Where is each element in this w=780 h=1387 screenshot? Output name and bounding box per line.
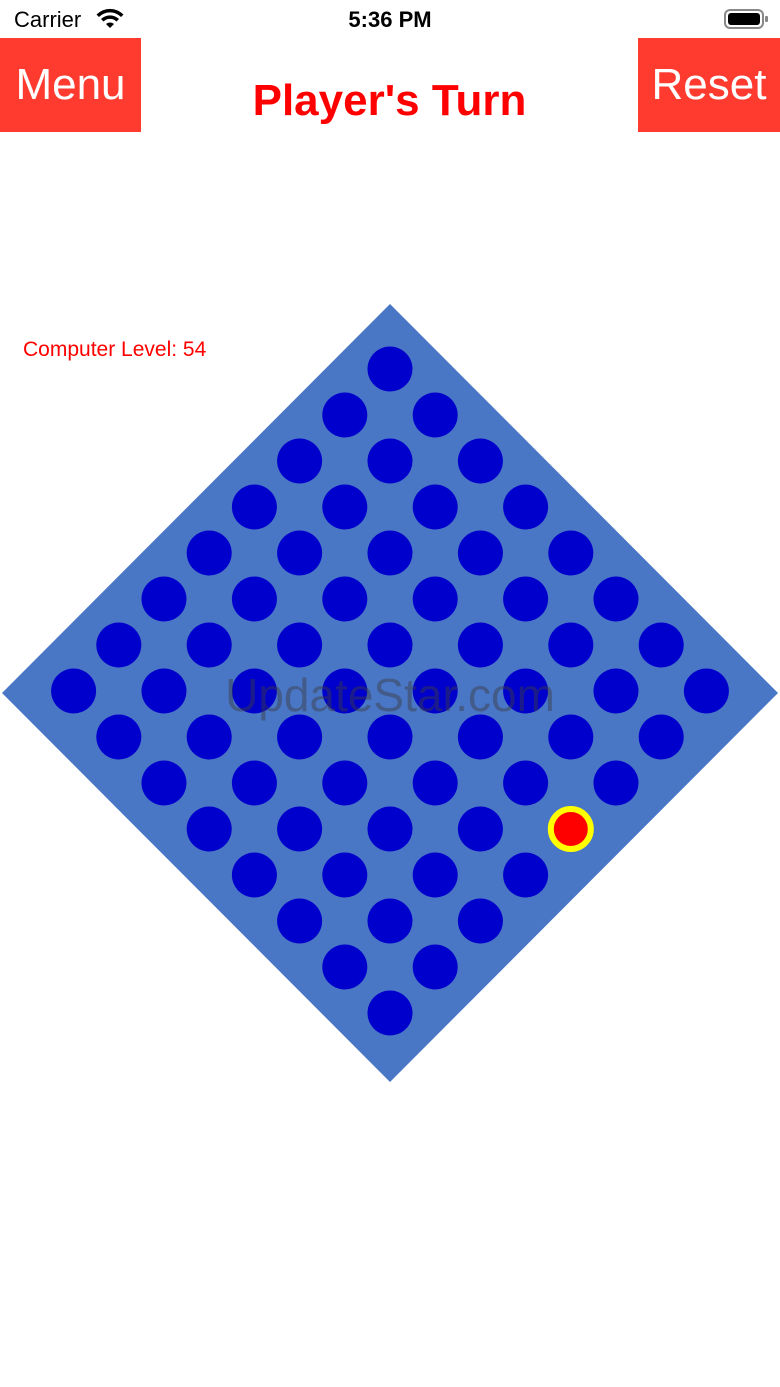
board-hole[interactable] — [412, 944, 458, 990]
reset-button[interactable]: Reset — [638, 38, 780, 132]
board-hole[interactable] — [367, 806, 413, 852]
board-hole[interactable] — [412, 852, 458, 898]
board-hole[interactable] — [186, 622, 232, 668]
board-hole[interactable] — [367, 438, 413, 484]
board-hole[interactable] — [186, 806, 232, 852]
board-hole[interactable] — [322, 852, 368, 898]
board-hole[interactable] — [277, 898, 323, 944]
board-hole[interactable] — [141, 760, 187, 806]
board-hole[interactable] — [96, 622, 142, 668]
board-hole[interactable] — [141, 576, 187, 622]
board-hole[interactable] — [277, 438, 323, 484]
board-hole[interactable] — [412, 576, 458, 622]
board-hole[interactable] — [457, 438, 503, 484]
board-hole[interactable] — [503, 484, 549, 530]
board-hole[interactable] — [638, 622, 684, 668]
board-hole[interactable] — [593, 576, 639, 622]
board-hole[interactable] — [322, 576, 368, 622]
board-hole[interactable] — [277, 806, 323, 852]
battery-icon — [724, 9, 768, 29]
status-bar: Carrier 5:36 PM — [0, 0, 780, 38]
board-hole[interactable] — [503, 760, 549, 806]
board-hole[interactable] — [548, 622, 594, 668]
board-hole[interactable] — [277, 622, 323, 668]
board-hole[interactable] — [503, 852, 549, 898]
board-hole[interactable] — [457, 530, 503, 576]
menu-button[interactable]: Menu — [0, 38, 141, 132]
board-hole[interactable] — [367, 530, 413, 576]
board-hole[interactable] — [457, 898, 503, 944]
board-hole[interactable] — [457, 622, 503, 668]
player-piece[interactable] — [547, 806, 594, 852]
clock-time: 5:36 PM — [348, 7, 432, 32]
board-hole[interactable] — [322, 392, 368, 438]
board-hole[interactable] — [412, 392, 458, 438]
board-hole[interactable] — [231, 760, 277, 806]
board-hole[interactable] — [593, 760, 639, 806]
board-hole[interactable] — [367, 898, 413, 944]
board-hole[interactable] — [231, 484, 277, 530]
board-hole[interactable] — [503, 576, 549, 622]
board-hole[interactable] — [322, 760, 368, 806]
board-hole[interactable] — [367, 346, 413, 392]
board-hole[interactable] — [322, 484, 368, 530]
watermark-text: UpdateStar.com — [225, 669, 555, 721]
computer-level-label: Computer Level: 54 — [23, 338, 207, 361]
board-hole[interactable] — [548, 530, 594, 576]
board-hole[interactable] — [322, 944, 368, 990]
board-hole[interactable] — [231, 852, 277, 898]
board-hole[interactable] — [277, 530, 323, 576]
board-hole[interactable] — [412, 760, 458, 806]
board-hole[interactable] — [186, 530, 232, 576]
board-hole[interactable] — [367, 990, 413, 1036]
board-hole[interactable] — [457, 806, 503, 852]
board-hole[interactable] — [367, 622, 413, 668]
board-hole[interactable] — [412, 484, 458, 530]
board-hole[interactable] — [231, 576, 277, 622]
turn-indicator: Player's Turn — [252, 76, 527, 125]
